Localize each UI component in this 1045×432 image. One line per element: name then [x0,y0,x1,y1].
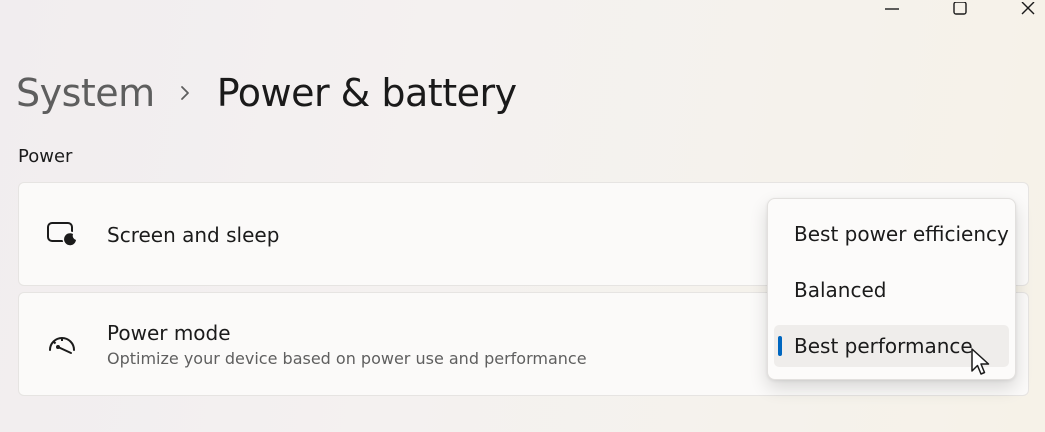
section-title-power: Power [18,146,73,167]
mouse-pointer-icon [971,348,990,375]
page-title: Power & battery [216,71,517,115]
screen-and-sleep-title: Screen and sleep [107,223,280,247]
screen-sleep-icon [45,217,79,251]
option-label: Balanced [794,278,887,302]
option-label: Best power efficiency [794,222,1009,246]
gauge-icon [45,327,79,361]
chevron-right-icon [179,84,191,102]
power-mode-description: Optimize your device based on power use … [107,349,587,368]
close-icon [1021,2,1035,15]
minimize-icon [885,8,899,10]
option-best-power-efficiency[interactable]: Best power efficiency [774,213,1009,255]
close-button[interactable] [1008,0,1045,18]
option-balanced[interactable]: Balanced [774,269,1009,311]
option-label: Best performance [794,334,973,358]
breadcrumb: System Power & battery [16,68,517,118]
breadcrumb-system[interactable]: System [16,71,155,115]
maximize-button[interactable] [940,0,980,18]
maximize-icon [953,2,967,15]
power-mode-title: Power mode [107,321,231,345]
minimize-button[interactable] [872,0,912,18]
selection-indicator [778,336,782,356]
